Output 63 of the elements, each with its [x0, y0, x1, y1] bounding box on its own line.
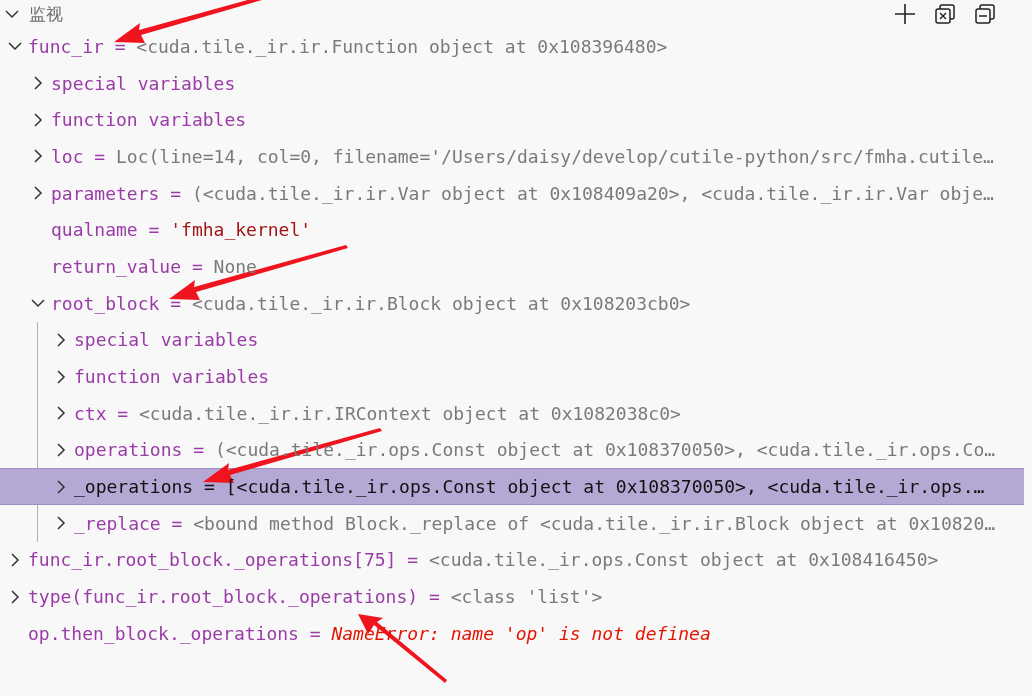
watch-row[interactable]: _operations = [<cuda.tile._ir.ops.Const object at 0x108370050>, <cuda.tile._ir.ops.… [0, 468, 1024, 505]
variable-name: function variables [51, 109, 247, 131]
variable-name: _operations [74, 476, 194, 498]
watch-row[interactable]: _replace = <bound method Block._replace of <cuda.tile._ir.ir.Block object at 0x10820… [0, 504, 1024, 542]
variable-name: return_value [51, 255, 182, 277]
variable-value: <cuda.tile._ir.ir.IRContext object at 0x1082038c0> [139, 402, 681, 424]
variable-value: 'fmha_kernel' [170, 219, 312, 241]
watch-row[interactable]: func_ir.root_block._operations[75] = <cuda.tile._ir.ops.Const object at 0x108416450> [0, 541, 1024, 579]
collapse-all-button[interactable] [972, 1, 998, 27]
variable-value: Loc(line=14, col=0, filename='/Users/daisy/develop/cutile-python/src/fmha.cutile… [116, 145, 994, 167]
watch-row[interactable]: loc = Loc(line=14, col=0, filename='/Users/daisy/develop/cutile-python/src/fmha.cutile… [0, 138, 1024, 175]
equals-sign: = [94, 145, 106, 167]
variable-name: qualname [51, 219, 138, 241]
equals-sign: = [191, 255, 203, 277]
remove-all-button[interactable] [932, 1, 958, 27]
equals-sign: = [204, 476, 215, 498]
equals-sign: = [117, 402, 129, 424]
watch-row[interactable]: special variables [0, 321, 1024, 359]
variable-value: <bound method Block._replace of <cuda.tile._ir.ir.Block object at 0x10820… [193, 512, 996, 534]
variable-name: func_ir [28, 35, 104, 57]
variable-name: type(func_ir.root_block._operations) [28, 586, 419, 608]
variable-value: <class 'list'> [450, 586, 603, 608]
equals-sign: = [193, 439, 205, 461]
equals-sign: = [114, 35, 126, 57]
watch-row[interactable]: qualname = 'fmha_kernel' [0, 211, 1024, 249]
watch-row[interactable]: function variables [0, 101, 1024, 139]
variable-name: root_block [51, 292, 160, 314]
variable-value: [<cuda.tile._ir.ops.Const object at 0x108370050>, <cuda.tile._ir.ops.… [225, 476, 985, 498]
variable-value: <cuda.tile._ir.ir.Block object at 0x108203cb0> [191, 292, 691, 314]
variable-name: op.then_block._operations [28, 622, 299, 644]
equals-sign: = [309, 622, 321, 644]
variable-name: func_ir.root_block._operations[75] [28, 549, 397, 571]
variable-value: <cuda.tile._ir.ops.Const object at 0x108416450> [428, 549, 939, 571]
variable-value: <cuda.tile._ir.ir.Function object at 0x108396480> [136, 35, 668, 57]
equals-sign: = [407, 549, 419, 571]
watch-row[interactable]: function variables [0, 358, 1024, 395]
variable-name: parameters [51, 182, 160, 204]
collapse-all-icon [974, 3, 996, 25]
variable-name: ctx [74, 402, 107, 424]
variable-name: special variables [74, 329, 259, 351]
variable-value: None [213, 255, 257, 277]
equals-sign: = [170, 182, 182, 204]
section-title: 监视 [29, 2, 63, 26]
add-icon [894, 3, 916, 25]
watch-row[interactable]: func_ir = <cuda.tile._ir.ir.Function object at 0x108396480> [0, 28, 1024, 65]
variable-name: operations [74, 439, 183, 461]
watch-row[interactable]: return_value = None [0, 248, 1024, 285]
variable-name: loc [51, 145, 84, 167]
watch-row[interactable]: root_block = <cuda.tile._ir.ir.Block object at 0x108203cb0> [0, 284, 1024, 322]
equals-sign: = [171, 512, 183, 534]
add-button[interactable] [892, 1, 918, 27]
equals-sign: = [428, 586, 440, 608]
close-all-icon [934, 3, 956, 25]
watch-row[interactable]: type(func_ir.root_block._operations) = <class 'list'> [0, 578, 1024, 615]
watch-row[interactable]: parameters = (<cuda.tile._ir.ir.Var object at 0x108409a20>, <cuda.tile._ir.ir.Var obje… [0, 174, 1024, 212]
variable-name: special variables [51, 72, 236, 94]
variable-name: _replace [74, 512, 161, 534]
variable-value: (<cuda.tile._ir.ir.Var object at 0x108409a20>, <cuda.tile._ir.ir.Var obje… [191, 182, 994, 204]
watch-row[interactable]: ctx = <cuda.tile._ir.ir.IRContext object at 0x1082038c0> [0, 394, 1024, 432]
equals-sign: = [170, 292, 182, 314]
variable-name: function variables [74, 366, 270, 388]
equals-sign: = [148, 219, 160, 241]
watch-row[interactable]: special variables [0, 64, 1024, 102]
